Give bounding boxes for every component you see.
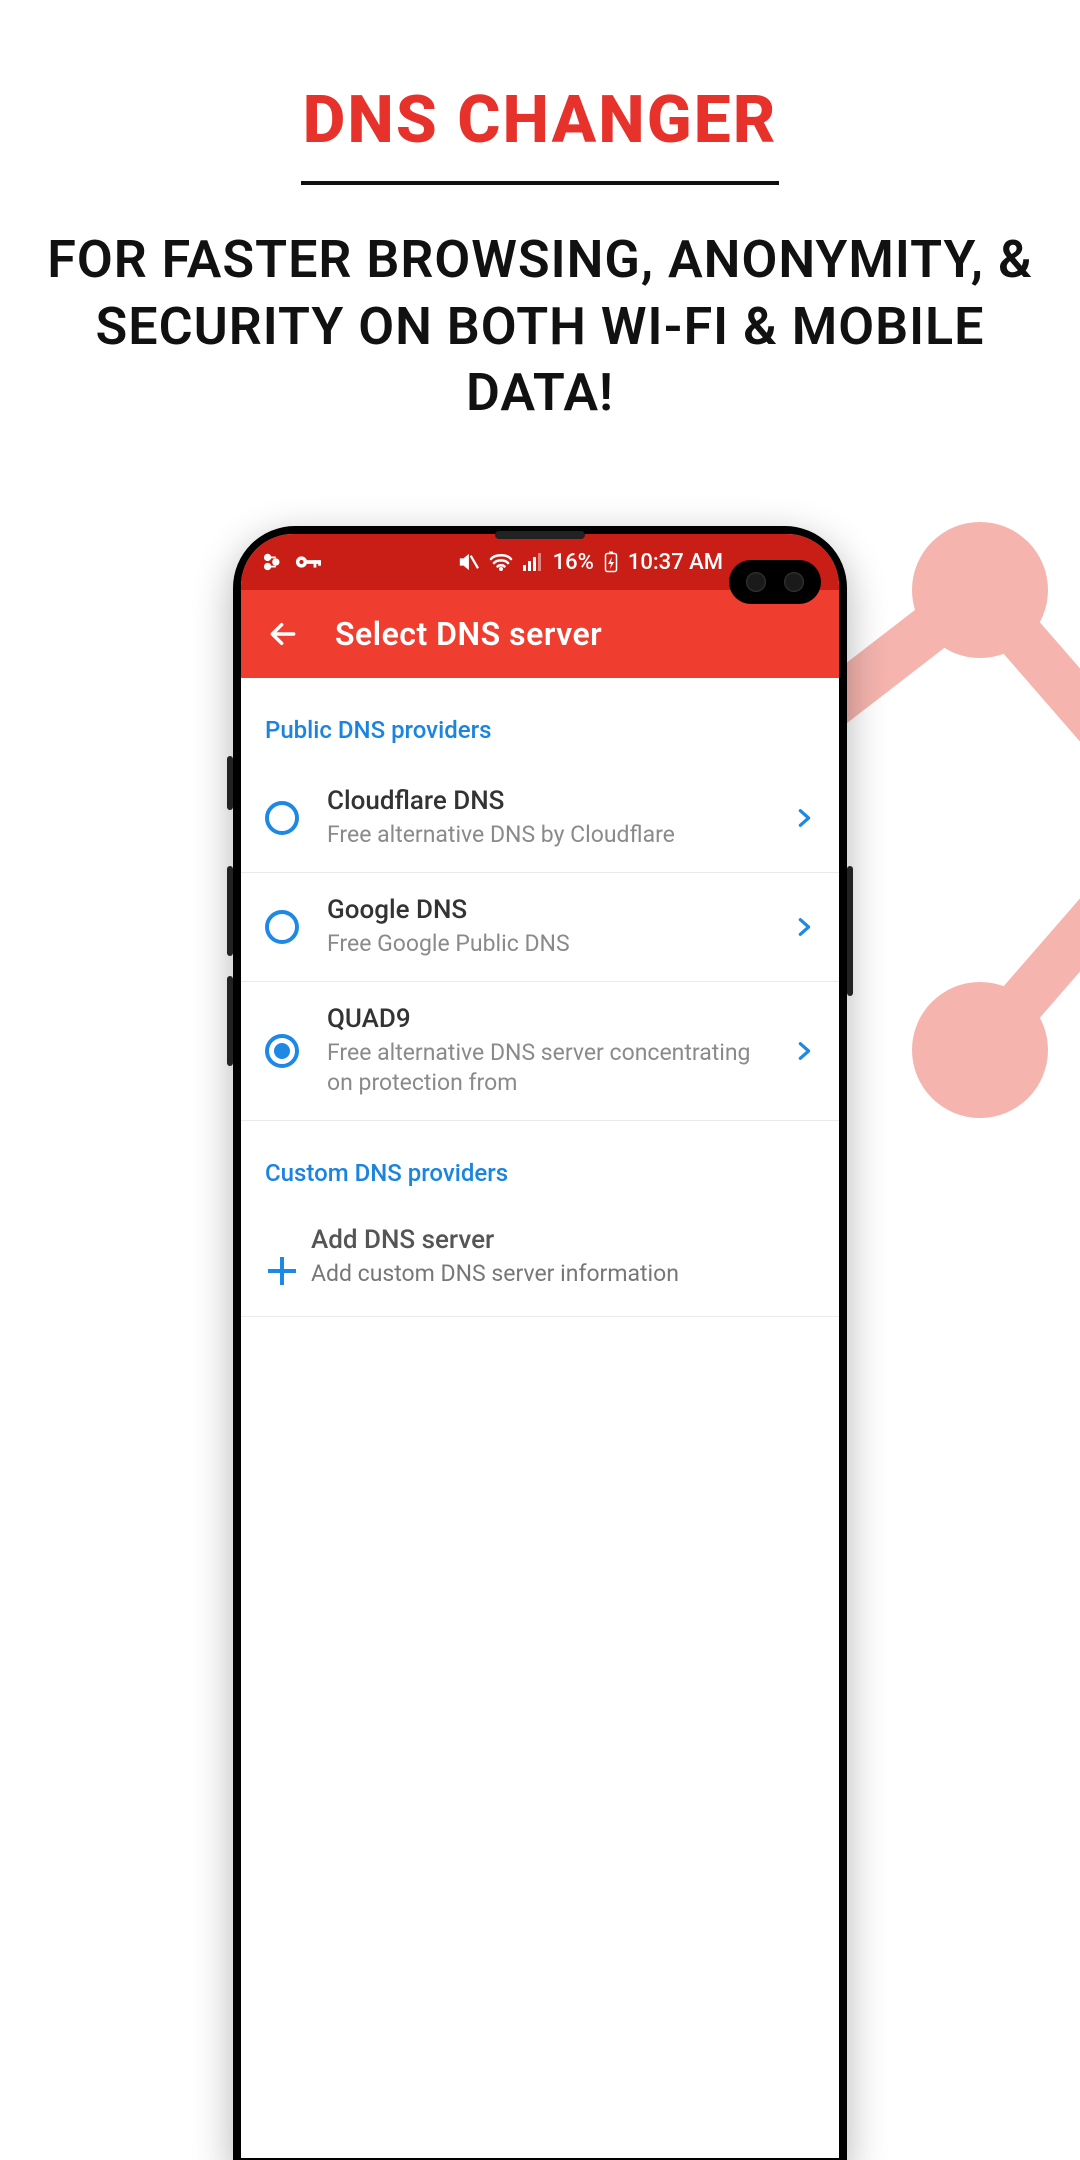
add-dns-title: Add DNS server xyxy=(311,1225,801,1255)
dns-row-cloudflare[interactable]: Cloudflare DNS Free alternative DNS by C… xyxy=(241,764,839,873)
phone-speaker xyxy=(495,531,585,539)
radio-icon[interactable] xyxy=(265,801,299,835)
signal-icon xyxy=(523,553,543,571)
phone-side-button xyxy=(227,866,233,956)
dns-row-quad9[interactable]: QUAD9 Free alternative DNS server concen… xyxy=(241,982,839,1121)
wifi-icon xyxy=(489,553,513,571)
dns-subtitle: Free alternative DNS server concentratin… xyxy=(327,1038,779,1098)
add-dns-subtitle: Add custom DNS server information xyxy=(311,1259,801,1289)
radio-icon[interactable] xyxy=(265,910,299,944)
back-button[interactable] xyxy=(265,616,301,652)
radio-icon-selected[interactable] xyxy=(265,1034,299,1068)
phone-side-button xyxy=(227,756,233,810)
phone-side-button xyxy=(227,976,233,1066)
section-header-custom: Custom DNS providers xyxy=(241,1121,839,1207)
add-dns-row[interactable]: Add DNS server Add custom DNS server inf… xyxy=(241,1207,839,1318)
hero: DNS CHANGER FOR FASTER BROWSING, ANONYMI… xyxy=(0,0,1080,427)
dns-row-google[interactable]: Google DNS Free Google Public DNS xyxy=(241,873,839,982)
status-time: 10:37 AM xyxy=(628,550,723,575)
mute-icon xyxy=(457,552,479,572)
dns-title: QUAD9 xyxy=(327,1004,779,1034)
section-header-public: Public DNS providers xyxy=(241,678,839,764)
content: Public DNS providers Cloudflare DNS Free… xyxy=(241,678,839,1317)
camera-cutout xyxy=(729,560,821,604)
dns-subtitle: Free alternative DNS by Cloudflare xyxy=(327,820,779,850)
dns-title: Google DNS xyxy=(327,895,779,925)
dns-subtitle: Free Google Public DNS xyxy=(327,929,779,959)
chevron-right-icon[interactable] xyxy=(793,1040,815,1062)
hero-title: DNS CHANGER xyxy=(0,82,1080,159)
battery-icon xyxy=(604,551,618,573)
phone-side-button xyxy=(847,866,853,996)
app-title: Select DNS server xyxy=(335,615,602,653)
chevron-right-icon[interactable] xyxy=(793,807,815,829)
hero-rule xyxy=(301,181,779,185)
hero-subtitle: FOR FASTER BROWSING, ANONYMITY, & SECURI… xyxy=(0,227,1080,427)
settings-icon xyxy=(263,552,285,572)
key-icon xyxy=(295,553,321,571)
dns-title: Cloudflare DNS xyxy=(327,786,779,816)
plus-icon xyxy=(265,1254,299,1288)
battery-pct: 16% xyxy=(553,550,594,575)
phone-mockup: 16% 10:37 AM Select DNS server Public DN… xyxy=(233,526,847,2160)
chevron-right-icon[interactable] xyxy=(793,916,815,938)
